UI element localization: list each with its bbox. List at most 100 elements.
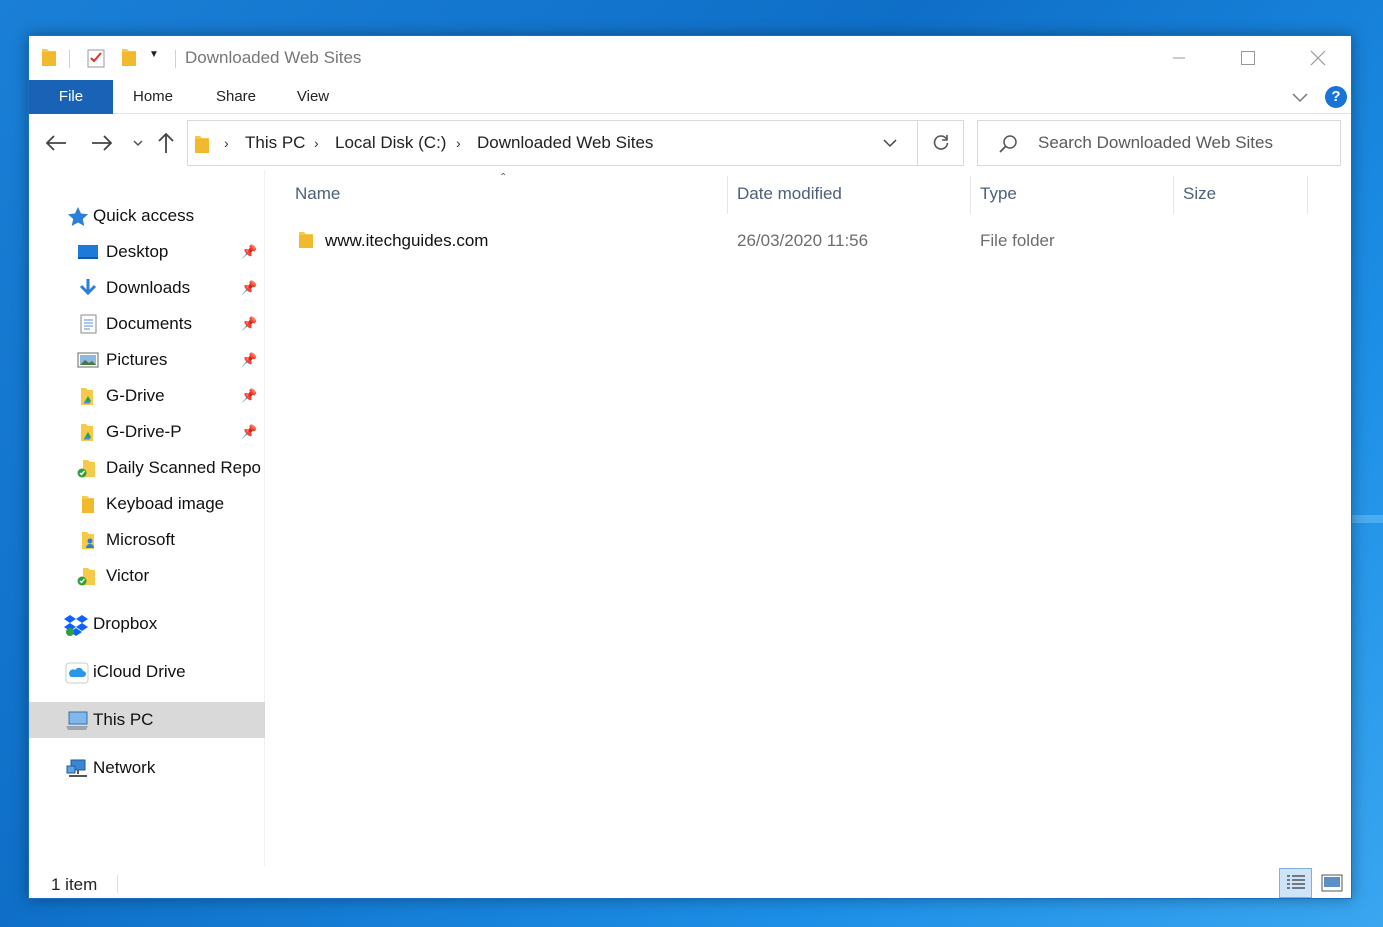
- title-bar: ▼ Downloaded Web Sites: [29, 36, 1351, 80]
- pin-icon[interactable]: 📌: [241, 280, 257, 296]
- properties-icon[interactable]: [87, 48, 105, 73]
- nav-item-label: G-Drive-P: [106, 422, 182, 441]
- file-name[interactable]: www.itechguides.com: [325, 231, 488, 251]
- item-count: 1 item: [51, 875, 98, 894]
- nav-documents[interactable]: Documents 📌: [29, 306, 265, 342]
- breadcrumb-chevron-icon[interactable]: ›: [456, 135, 461, 151]
- search-box[interactable]: [977, 120, 1341, 166]
- nav-keyboad-image[interactable]: Keyboad image: [29, 486, 265, 522]
- file-explorer-window: ▼ Downloaded Web Sites File Home Share V…: [28, 35, 1352, 899]
- nav-item-label: Victor: [106, 566, 150, 585]
- ribbon-tab-bar: File Home Share View ?: [29, 80, 1351, 114]
- nav-item-label: Desktop: [106, 242, 169, 261]
- downloads-icon: [77, 278, 99, 298]
- breadcrumb-current-folder[interactable]: Downloaded Web Sites: [477, 133, 653, 153]
- large-icons-view-icon: [1321, 874, 1343, 892]
- address-history-dropdown-icon[interactable]: [882, 135, 898, 156]
- minimize-button[interactable]: [1144, 36, 1214, 80]
- synced-folder-icon: [77, 458, 99, 478]
- nav-item-label: Daily Scanned Repo: [106, 458, 261, 477]
- folder-icon: [194, 134, 210, 159]
- network-icon: [65, 758, 87, 778]
- tab-share[interactable]: Share: [205, 80, 267, 114]
- desktop-icon: [77, 242, 99, 262]
- breadcrumb-chevron-icon[interactable]: ›: [224, 135, 229, 151]
- tab-view[interactable]: View: [287, 80, 339, 114]
- nav-item-label: Pictures: [106, 350, 168, 369]
- nav-icloud-drive[interactable]: iCloud Drive: [29, 654, 265, 690]
- pin-icon[interactable]: 📌: [241, 352, 257, 368]
- customize-toolbar-dropdown-icon[interactable]: ▼: [149, 49, 159, 60]
- file-date-modified: 26/03/2020 11:56: [737, 231, 869, 250]
- column-header-type[interactable]: Type: [980, 184, 1017, 204]
- nav-item-label: Microsoft: [106, 530, 175, 549]
- nav-quick-access[interactable]: Quick access: [29, 198, 265, 234]
- documents-icon: [77, 314, 99, 334]
- up-button[interactable]: [153, 130, 179, 156]
- close-button[interactable]: [1283, 36, 1351, 80]
- desktop-wallpaper-highlight: [1352, 515, 1383, 523]
- nav-pictures[interactable]: Pictures 📌: [29, 342, 265, 378]
- pin-icon[interactable]: 📌: [241, 424, 257, 440]
- details-view-icon: [1286, 875, 1305, 889]
- address-bar[interactable]: › This PC › Local Disk (C:) › Downloaded…: [187, 120, 964, 166]
- nav-gdrive[interactable]: G-Drive 📌: [29, 378, 265, 414]
- file-type: File folder: [980, 231, 1055, 250]
- column-divider[interactable]: [970, 176, 971, 214]
- column-header-name[interactable]: Name: [295, 184, 340, 204]
- file-list: ⌃ Name Date modified Type Size www.itech…: [265, 170, 1351, 866]
- column-divider[interactable]: [1173, 176, 1174, 214]
- column-divider[interactable]: [1307, 176, 1308, 214]
- maximize-button[interactable]: [1213, 36, 1283, 80]
- column-header-size[interactable]: Size: [1183, 184, 1216, 204]
- search-input[interactable]: [1038, 133, 1328, 153]
- new-folder-icon[interactable]: [121, 47, 137, 72]
- toolbar-separator: [175, 50, 176, 68]
- file-row[interactable]: www.itechguides.com 26/03/2020 11:56 Fil…: [265, 226, 1351, 256]
- pin-icon[interactable]: 📌: [241, 388, 257, 404]
- folder-icon: [41, 47, 57, 72]
- breadcrumb-chevron-icon[interactable]: ›: [314, 135, 319, 151]
- nav-gdrive-p[interactable]: G-Drive-P 📌: [29, 414, 265, 450]
- navigation-bar: › This PC › Local Disk (C:) › Downloaded…: [29, 114, 1351, 170]
- nav-daily-scanned-repo[interactable]: Daily Scanned Repo: [29, 450, 265, 486]
- window-title: Downloaded Web Sites: [185, 48, 362, 67]
- nav-item-label: Documents: [106, 314, 192, 333]
- nav-dropbox[interactable]: Dropbox: [29, 606, 265, 642]
- nav-network[interactable]: Network: [29, 750, 265, 786]
- column-header-date-modified[interactable]: Date modified: [737, 184, 842, 204]
- column-divider[interactable]: [727, 176, 728, 214]
- breadcrumb-this-pc[interactable]: This PC: [245, 133, 305, 153]
- search-icon: [998, 134, 1018, 159]
- nav-item-label: Quick access: [93, 206, 195, 225]
- dropbox-icon: [63, 614, 88, 636]
- forward-button[interactable]: [89, 130, 115, 156]
- star-icon: [67, 206, 89, 226]
- breadcrumb-local-disk[interactable]: Local Disk (C:): [335, 133, 446, 153]
- nav-microsoft[interactable]: Microsoft: [29, 522, 265, 558]
- nav-desktop[interactable]: Desktop 📌: [29, 234, 265, 270]
- nav-item-label: Dropbox: [93, 614, 158, 633]
- synced-folder-icon: [77, 566, 99, 586]
- help-button[interactable]: ?: [1325, 86, 1347, 108]
- pictures-icon: [77, 350, 99, 370]
- folder-icon: [297, 230, 315, 255]
- nav-victor[interactable]: Victor: [29, 558, 265, 594]
- expand-ribbon-chevron-icon[interactable]: [1291, 88, 1309, 111]
- refresh-button[interactable]: [917, 120, 964, 166]
- details-view-button[interactable]: [1279, 868, 1312, 898]
- recent-locations-chevron-icon[interactable]: [125, 130, 151, 156]
- user-folder-icon: [77, 530, 99, 550]
- large-icons-view-button[interactable]: [1317, 868, 1347, 898]
- nav-downloads[interactable]: Downloads 📌: [29, 270, 265, 306]
- pin-icon[interactable]: 📌: [241, 244, 257, 260]
- nav-item-label: Downloads: [106, 278, 191, 297]
- status-bar: 1 item: [29, 866, 1351, 898]
- nav-this-pc[interactable]: This PC: [29, 702, 265, 738]
- back-button[interactable]: [43, 130, 69, 156]
- toolbar-separator: [69, 50, 70, 68]
- refresh-icon: [933, 135, 948, 150]
- tab-home[interactable]: Home: [121, 80, 185, 114]
- pin-icon[interactable]: 📌: [241, 316, 257, 332]
- tab-file[interactable]: File: [29, 80, 113, 114]
